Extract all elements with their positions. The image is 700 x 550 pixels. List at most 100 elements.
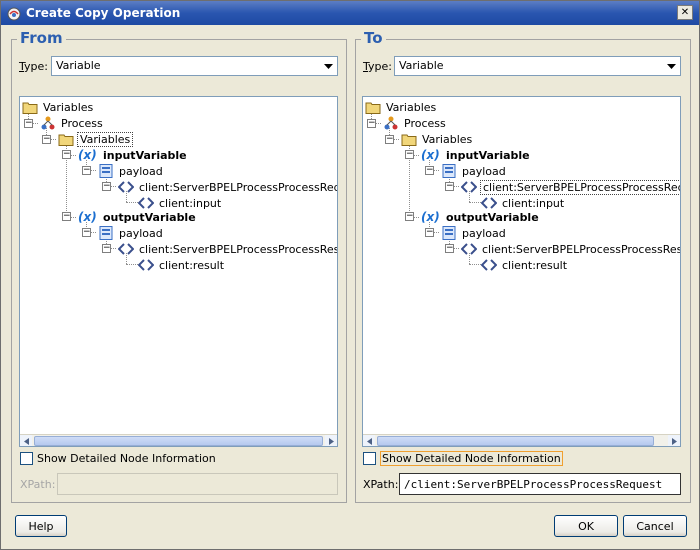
to-show-detailed-checkbox[interactable]: Show Detailed Node Information	[363, 450, 563, 466]
message-part-icon	[99, 226, 113, 240]
scroll-thumb[interactable]	[377, 436, 654, 446]
collapse-toggle-icon[interactable]: −	[62, 212, 71, 221]
from-tree[interactable]: − − − − − − − − Variables Process Variab…	[19, 96, 338, 447]
collapse-toggle-icon[interactable]: −	[425, 166, 434, 175]
element-icon	[461, 181, 477, 193]
folder-icon	[365, 102, 381, 114]
element-icon	[481, 259, 497, 271]
tree-node[interactable]: (x) outputVariable	[78, 209, 198, 225]
message-part-icon	[442, 226, 456, 240]
tree-node[interactable]: payload	[441, 225, 508, 241]
close-icon: ✕	[680, 7, 690, 18]
message-part-icon	[442, 164, 456, 178]
chevron-down-icon[interactable]	[320, 58, 336, 74]
element-icon	[118, 243, 134, 255]
close-button[interactable]: ✕	[677, 5, 693, 20]
folder-icon	[22, 102, 38, 114]
process-icon	[384, 116, 398, 130]
tree-node[interactable]: client:result	[138, 257, 226, 273]
variable-icon: (x)	[421, 148, 440, 162]
tree-node[interactable]: client:ServerBPELProcessProcessRequest	[118, 179, 337, 195]
from-type-value: Variable	[56, 59, 101, 72]
collapse-toggle-icon[interactable]: −	[82, 228, 91, 237]
window-title: Create Copy Operation	[26, 6, 181, 20]
collapse-toggle-icon[interactable]: −	[82, 166, 91, 175]
scroll-right-icon[interactable]	[325, 435, 337, 446]
chevron-down-icon[interactable]	[663, 58, 679, 74]
element-icon	[138, 259, 154, 271]
collapse-toggle-icon[interactable]: −	[367, 119, 376, 128]
scroll-thumb[interactable]	[34, 436, 323, 446]
element-icon	[138, 197, 154, 209]
tree-node[interactable]: payload	[98, 225, 165, 241]
to-type-value: Variable	[399, 59, 444, 72]
checkbox[interactable]	[363, 451, 376, 465]
to-type-label: Type:	[363, 60, 392, 73]
element-icon	[481, 197, 497, 209]
tree-node[interactable]: Process	[383, 115, 448, 131]
tree-node[interactable]: Variables	[22, 99, 95, 115]
from-hscrollbar[interactable]	[20, 434, 337, 446]
tree-node[interactable]: (x) inputVariable	[421, 147, 532, 163]
folder-icon	[58, 134, 74, 146]
from-show-detailed-label: Show Detailed Node Information	[37, 451, 216, 465]
process-icon	[41, 116, 55, 130]
tree-node[interactable]: client:ServerBPELProcessProcessRequest	[461, 179, 680, 195]
variable-icon: (x)	[78, 148, 97, 162]
from-xpath-label: XPath:	[20, 478, 56, 491]
collapse-toggle-icon[interactable]: −	[102, 182, 111, 191]
app-icon	[7, 7, 21, 21]
to-hscrollbar[interactable]	[363, 434, 680, 446]
help-button[interactable]: Help	[15, 515, 67, 537]
from-legend: From	[17, 29, 66, 47]
collapse-toggle-icon[interactable]: −	[385, 135, 394, 144]
collapse-toggle-icon[interactable]: −	[445, 182, 454, 191]
collapse-toggle-icon[interactable]: −	[405, 212, 414, 221]
to-tree[interactable]: − − − − − − − − Variables Process Variab…	[362, 96, 681, 447]
from-xpath-field	[57, 473, 338, 495]
variable-icon: (x)	[421, 210, 440, 224]
tree-node[interactable]: Variables	[365, 99, 438, 115]
cancel-button[interactable]: Cancel	[623, 515, 687, 537]
create-copy-operation-dialog: Create Copy Operation ✕ From Type: Varia…	[0, 0, 700, 550]
tree-node[interactable]: (x) inputVariable	[78, 147, 189, 163]
cancel-button-label: Cancel	[636, 519, 674, 533]
tree-node[interactable]: (x) outputVariable	[421, 209, 541, 225]
to-type-select[interactable]: Variable	[394, 56, 681, 76]
tree-node[interactable]: client:result	[481, 257, 569, 273]
tree-node[interactable]: client:ServerBPELProcessProcessResponse	[461, 241, 680, 257]
variable-icon: (x)	[78, 210, 97, 224]
scroll-right-icon[interactable]	[668, 435, 680, 446]
title-bar[interactable]: Create Copy Operation ✕	[1, 1, 699, 25]
collapse-toggle-icon[interactable]: −	[445, 244, 454, 253]
help-button-label: Help	[28, 519, 54, 533]
ok-button-label: OK	[578, 519, 594, 533]
checkbox[interactable]	[20, 451, 33, 465]
to-xpath-label: XPath:	[363, 478, 399, 491]
collapse-toggle-icon[interactable]: −	[62, 150, 71, 159]
tree-node[interactable]: Variables	[401, 131, 474, 147]
to-xpath-field[interactable]: /client:ServerBPELProcessProcessRequest	[399, 473, 681, 495]
scroll-left-icon[interactable]	[363, 435, 375, 446]
scroll-left-icon[interactable]	[20, 435, 32, 446]
tree-node[interactable]: Process	[40, 115, 105, 131]
collapse-toggle-icon[interactable]: −	[405, 150, 414, 159]
tree-node[interactable]: payload	[441, 163, 508, 179]
to-show-detailed-label: Show Detailed Node Information	[380, 450, 563, 466]
from-type-select[interactable]: Variable	[51, 56, 338, 76]
element-icon	[118, 181, 134, 193]
tree-node[interactable]: Variables	[58, 131, 134, 147]
from-type-label: Type:	[19, 60, 48, 73]
from-show-detailed-checkbox[interactable]: Show Detailed Node Information	[20, 450, 216, 466]
collapse-toggle-icon[interactable]: −	[102, 244, 111, 253]
folder-icon	[401, 134, 417, 146]
tree-node[interactable]: payload	[98, 163, 165, 179]
ok-button[interactable]: OK	[554, 515, 618, 537]
tree-node[interactable]: client:ServerBPELProcessProcessResponse	[118, 241, 337, 257]
collapse-toggle-icon[interactable]: −	[425, 228, 434, 237]
element-icon	[461, 243, 477, 255]
collapse-toggle-icon[interactable]: −	[24, 119, 33, 128]
message-part-icon	[99, 164, 113, 178]
collapse-toggle-icon[interactable]: −	[42, 135, 51, 144]
to-legend: To	[361, 29, 386, 47]
